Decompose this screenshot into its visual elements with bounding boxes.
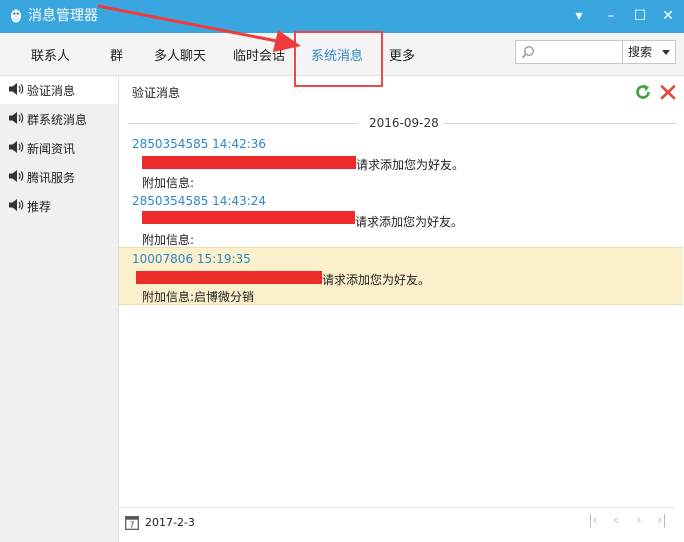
window-title: 消息管理器	[28, 8, 98, 24]
search-button[interactable]: 搜索	[623, 40, 676, 64]
panel-title: 验证消息	[132, 86, 181, 100]
speaker-icon	[9, 141, 24, 153]
tab-more[interactable]: 更多	[389, 45, 415, 64]
search-icon	[521, 45, 535, 59]
footer-divider	[119, 507, 674, 508]
tab-multi-chat[interactable]: 多人聊天	[154, 45, 206, 64]
date-divider-right	[444, 123, 676, 124]
sidebar-item-label: 验证消息	[27, 84, 76, 98]
first-page-button[interactable]: |‹	[586, 513, 600, 529]
close-button[interactable]: ✕	[657, 7, 679, 25]
message-sender-time[interactable]: 2850354585 14:43:24	[132, 194, 266, 208]
annotation-highlight-box	[294, 31, 383, 87]
refresh-icon[interactable]	[634, 83, 652, 101]
redaction-mark	[142, 156, 356, 169]
next-page-button[interactable]: ›	[632, 513, 646, 529]
sidebar-item-label: 新闻资讯	[27, 142, 76, 156]
qq-penguin-icon	[11, 9, 21, 23]
tab-groups[interactable]: 群	[110, 45, 123, 64]
speaker-icon	[9, 83, 24, 95]
sidebar-item-news[interactable]: 新闻资讯	[0, 134, 118, 162]
message-extra-info: 附加信息:	[142, 233, 195, 247]
message-sender-time[interactable]: 2850354585 14:42:36	[132, 137, 266, 151]
sidebar-item-recommend[interactable]: 推荐	[0, 192, 118, 220]
sidebar-item-label: 推荐	[27, 200, 52, 214]
sidebar: 验证消息 群系统消息 新闻资讯 腾讯服务 推荐	[0, 76, 119, 542]
sidebar-item-verification[interactable]: 验证消息	[0, 76, 118, 104]
last-page-button[interactable]: ›|	[655, 513, 669, 529]
tab-temp-session[interactable]: 临时会话	[233, 45, 285, 64]
sidebar-item-label: 群系统消息	[27, 113, 88, 127]
title-bar: 消息管理器 ▾ – ☐ ✕	[0, 0, 684, 33]
sidebar-item-group-system[interactable]: 群系统消息	[0, 105, 118, 133]
sidebar-item-tencent-services[interactable]: 腾讯服务	[0, 163, 118, 191]
minimize-button[interactable]: –	[600, 7, 622, 25]
svg-text:7: 7	[130, 521, 135, 530]
sidebar-item-label: 腾讯服务	[27, 171, 76, 185]
delete-icon[interactable]	[659, 83, 677, 101]
message-item-selected: 10007806 15:19:35 请求添加您为好友。 附加信息:启博微分销	[119, 247, 683, 305]
tab-contacts[interactable]: 联系人	[31, 45, 70, 64]
date-divider-left	[128, 123, 358, 124]
calendar-icon[interactable]: 7	[125, 515, 139, 530]
speaker-icon	[9, 112, 24, 124]
speaker-icon	[9, 170, 24, 182]
message-request-text: 请求添加您为好友。	[356, 158, 465, 172]
message-item: 2850354585 14:43:24 请求添加您为好友。 附加信息:	[119, 189, 683, 247]
message-request-text: 请求添加您为好友。	[322, 273, 431, 287]
previous-page-button[interactable]: ‹	[609, 513, 623, 529]
chevron-down-icon	[662, 50, 670, 55]
redaction-mark	[136, 271, 322, 284]
message-request-text: 请求添加您为好友。	[355, 215, 464, 229]
maximize-button[interactable]: ☐	[629, 7, 651, 25]
footer-date: 2017-2-3	[145, 516, 195, 529]
date-separator: 2016-09-28	[369, 116, 439, 130]
speaker-icon	[9, 199, 24, 211]
window-menu-button[interactable]: ▾	[568, 7, 590, 25]
search-button-label: 搜索	[628, 45, 653, 59]
redaction-mark	[142, 211, 355, 224]
message-extra-info: 附加信息:启博微分销	[142, 290, 255, 304]
message-item: 2850354585 14:42:36 请求添加您为好友。 附加信息:	[119, 132, 683, 190]
message-sender-time[interactable]: 10007806 15:19:35	[132, 252, 251, 266]
